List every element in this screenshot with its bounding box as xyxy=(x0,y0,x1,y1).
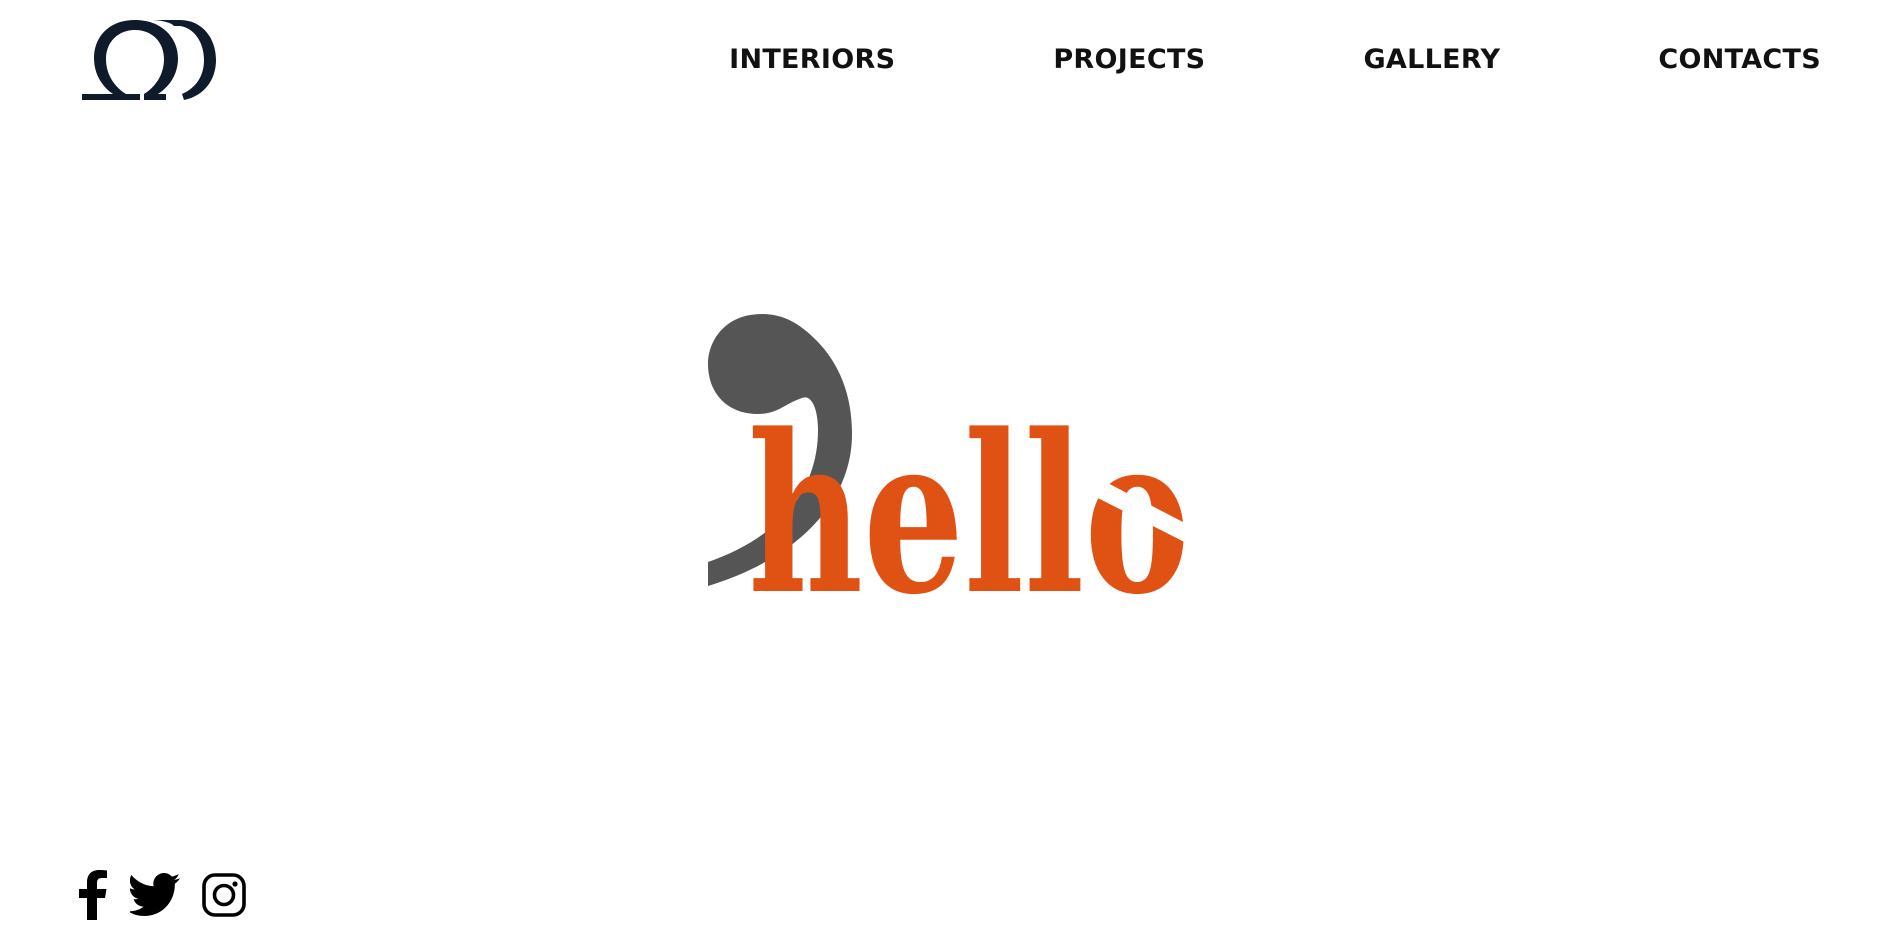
instagram-icon xyxy=(202,873,246,917)
hero-word: hello xyxy=(748,387,1190,643)
main-nav: INTERIORS PROJECTS GALLERY CONTACTS xyxy=(729,38,1821,82)
social-links xyxy=(78,870,246,920)
monogram-logo-icon xyxy=(82,20,216,100)
facebook-link[interactable] xyxy=(78,870,108,920)
twitter-icon xyxy=(130,873,180,916)
page: INTERIORS PROJECTS GALLERY CONTACTS hell… xyxy=(0,0,1899,932)
nav-projects-link[interactable]: PROJECTS xyxy=(1053,38,1205,82)
nav-contacts-link[interactable]: CONTACTS xyxy=(1658,38,1821,82)
instagram-link[interactable] xyxy=(202,870,246,920)
hero-graphic: hello xyxy=(690,300,1210,643)
nav-gallery-link[interactable]: GALLERY xyxy=(1363,38,1500,82)
facebook-icon xyxy=(79,870,107,920)
nav-interiors-link[interactable]: INTERIORS xyxy=(729,38,895,82)
logo-link[interactable] xyxy=(78,18,216,100)
twitter-link[interactable] xyxy=(130,870,180,920)
